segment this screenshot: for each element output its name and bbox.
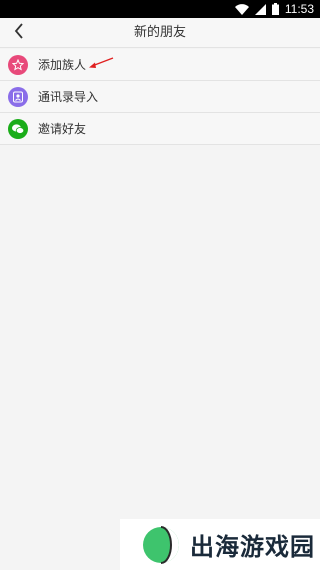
status-bar: 11:53 <box>0 0 320 18</box>
list-item-import-contacts[interactable]: 通讯录导入 <box>0 81 320 113</box>
list-item-label: 通讯录导入 <box>38 90 99 104</box>
list-item-invite-friends[interactable]: 邀请好友 <box>0 113 320 145</box>
list-item-add-clan-member[interactable]: 添加族人 <box>0 49 320 81</box>
watermark: 出海游戏园 <box>120 519 320 570</box>
signal-icon <box>254 0 266 19</box>
wifi-icon <box>234 0 249 19</box>
annotation-arrow <box>89 57 114 68</box>
status-time: 11:53 <box>284 2 314 16</box>
star-person-icon <box>8 54 28 75</box>
watermark-text: 出海游戏园 <box>190 533 315 561</box>
nav-bar: 新的朋友 <box>0 18 320 48</box>
list-item-label: 邀请好友 <box>38 122 87 136</box>
watermark-logo-icon <box>143 525 179 564</box>
friend-options-list: 添加族人 通讯录导入 邀请好友 <box>0 49 320 145</box>
list-item-label: 添加族人 <box>38 58 87 72</box>
wechat-icon <box>8 118 28 139</box>
contacts-icon <box>8 86 28 107</box>
battery-icon <box>271 0 279 19</box>
page-title: 新的朋友 <box>133 25 186 40</box>
